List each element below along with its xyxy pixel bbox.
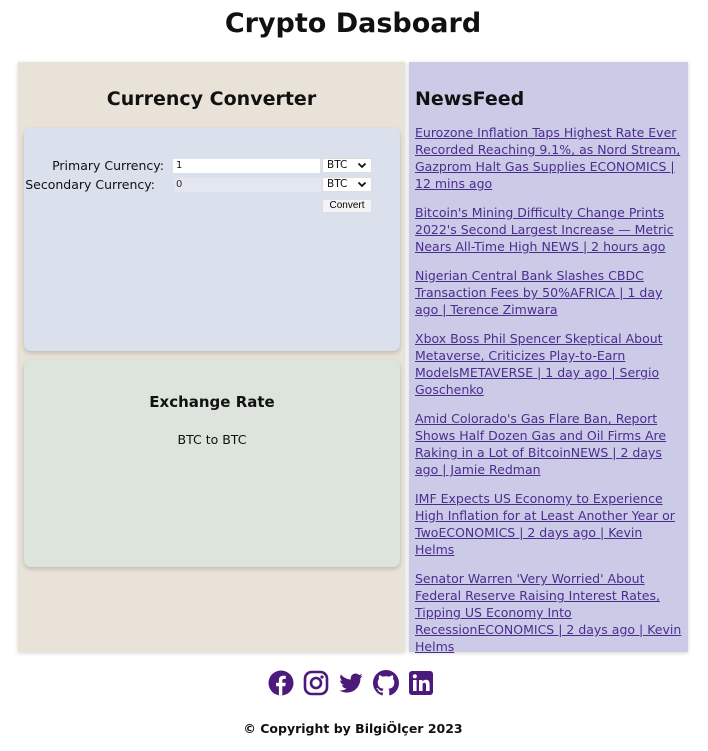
main-content: Currency Converter Primary Currency: 1 B… (18, 62, 688, 655)
github-icon[interactable] (373, 670, 399, 696)
news-link[interactable]: Xbox Boss Phil Spencer Skeptical About M… (415, 330, 682, 398)
chevron-down-icon (357, 159, 367, 176)
secondary-currency-value: BTC (327, 178, 348, 190)
news-link[interactable]: Senator Warren 'Very Worried' About Fede… (415, 570, 682, 655)
primary-amount-input[interactable]: 1 (173, 159, 320, 173)
primary-currency-label: Primary Currency: (52, 158, 164, 173)
secondary-currency-select[interactable]: BTC (322, 177, 372, 192)
social-links (268, 668, 438, 698)
news-link[interactable]: IMF Expects US Economy to Experience Hig… (415, 490, 682, 558)
converter-title: Currency Converter (106, 88, 317, 110)
page-title: Crypto Dasboard (224, 8, 482, 39)
twitter-icon[interactable] (338, 670, 364, 696)
news-link[interactable]: Bitcoin's Mining Difficulty Change Print… (415, 204, 682, 255)
newsfeed-panel: NewsFeed Eurozone Inflation Taps Highest… (409, 62, 688, 655)
news-link[interactable]: Amid Colorado's Gas Flare Ban, Report Sh… (415, 410, 682, 478)
exchange-rate-text: BTC to BTC (177, 432, 247, 447)
secondary-currency-label: Secondary Currency: (25, 177, 155, 192)
facebook-icon[interactable] (268, 670, 294, 696)
converter-panel: Currency Converter Primary Currency: 1 B… (18, 62, 405, 652)
exchange-rate-card: Exchange Rate BTC to BTC (24, 360, 400, 567)
instagram-icon[interactable] (303, 670, 329, 696)
primary-currency-value: BTC (327, 159, 348, 171)
primary-currency-select[interactable]: BTC (322, 158, 372, 173)
converter-card: Primary Currency: 1 BTC Secondary Curren… (24, 128, 400, 351)
news-link[interactable]: Nigerian Central Bank Slashes CBDC Trans… (415, 267, 682, 318)
convert-button[interactable]: Convert (322, 199, 372, 213)
linkedin-icon[interactable] (408, 670, 434, 696)
copyright-text: © Copyright by BilgiÖlçer 2023 (243, 721, 463, 736)
secondary-amount-output: 0 (174, 178, 321, 192)
chevron-down-icon (357, 178, 367, 195)
news-link[interactable]: Eurozone Inflation Taps Highest Rate Eve… (415, 124, 682, 192)
newsfeed-title: NewsFeed (415, 88, 525, 110)
exchange-rate-title: Exchange Rate (149, 393, 275, 411)
